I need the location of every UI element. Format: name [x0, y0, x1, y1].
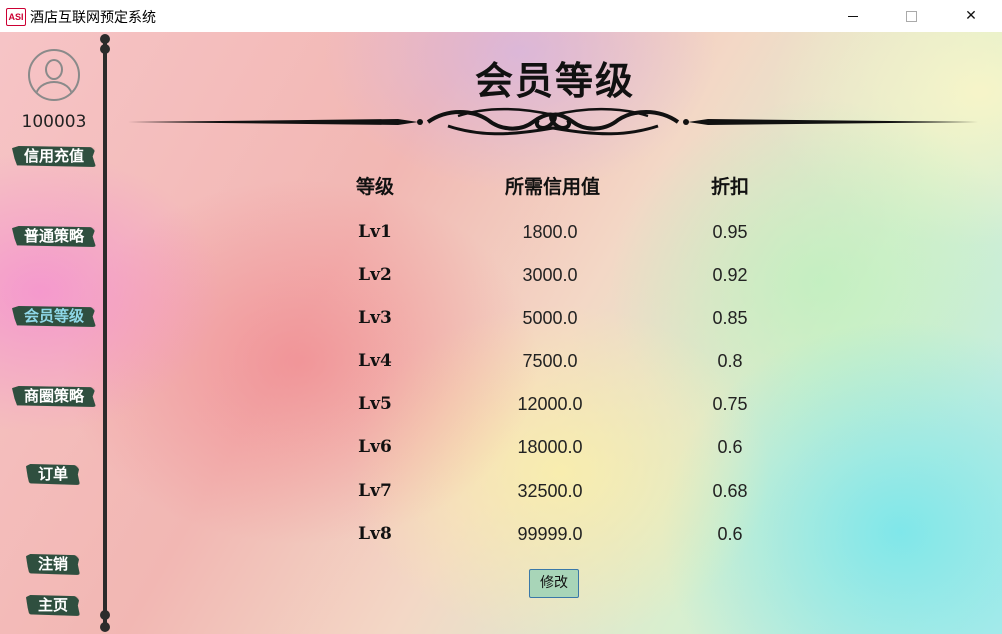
user-avatar-icon	[28, 49, 80, 101]
table-row: Lv1 1800.0 0.95	[300, 222, 800, 252]
discount-cell: 0.6	[717, 437, 743, 457]
avatar-head	[45, 59, 63, 80]
level-cell: Lv7	[358, 481, 392, 501]
sidebar-item-normal-strategy[interactable]: 普通策略	[12, 226, 96, 247]
header-required-credit: 所需信用值	[504, 176, 600, 198]
sidebar-item-business-strategy[interactable]: 商圈策略	[12, 386, 96, 407]
table-row: Lv2 3000.0 0.92	[300, 265, 800, 295]
table-row: Lv6 18000.0 0.6	[300, 437, 800, 467]
table-row: Lv3 5000.0 0.85	[300, 308, 800, 338]
level-cell: Lv1	[358, 222, 392, 242]
avatar-body	[35, 81, 73, 99]
minimize-icon	[848, 15, 858, 17]
main-content: 100003 信用充值 普通策略 会员等级 商圈策略 订单 注销 主页 会员等级…	[0, 32, 1002, 634]
level-cell: Lv5	[358, 394, 392, 414]
header-discount: 折扣	[710, 176, 749, 198]
credit-cell: 12000.0	[517, 394, 583, 414]
divider-top-dot	[100, 34, 110, 44]
level-cell: Lv6	[358, 437, 392, 457]
credit-cell: 18000.0	[517, 437, 583, 457]
sidebar-divider	[103, 40, 107, 626]
maximize-icon	[905, 10, 917, 22]
sidebar-item-home[interactable]: 主页	[26, 595, 80, 616]
app-icon: ASI	[6, 8, 26, 26]
credit-cell: 3000.0	[522, 265, 578, 285]
title-ornament	[128, 107, 978, 136]
page-title: 会员等级	[474, 58, 635, 103]
window-title: 酒店互联网预定系统	[30, 10, 156, 26]
table-row: Lv8 99999.0 0.6	[300, 524, 800, 554]
sidebar-item-member-level[interactable]: 会员等级	[12, 306, 96, 327]
user-id: 100003	[21, 112, 87, 132]
sidebar-item-orders[interactable]: 订单	[26, 464, 80, 485]
credit-cell: 99999.0	[517, 524, 583, 544]
discount-cell: 0.8	[717, 351, 743, 371]
credit-cell: 32500.0	[517, 481, 583, 501]
divider-bottom-dot-2	[100, 622, 110, 632]
level-cell: Lv4	[358, 351, 392, 371]
discount-cell: 0.92	[712, 265, 748, 285]
discount-cell: 0.95	[712, 222, 748, 242]
edit-button[interactable]: 修改	[529, 569, 579, 598]
header-level: 等级	[355, 176, 394, 198]
discount-cell: 0.75	[712, 394, 748, 414]
level-cell: Lv2	[358, 265, 392, 285]
sidebar-item-credit-recharge[interactable]: 信用充值	[12, 146, 96, 167]
divider-bottom-dot	[100, 610, 110, 620]
table-row: Lv4 7500.0 0.8	[300, 351, 800, 381]
table-row: Lv7 32500.0 0.68	[300, 481, 800, 511]
credit-cell: 1800.0	[522, 222, 578, 242]
close-button[interactable]: ✕	[948, 0, 994, 32]
level-cell: Lv8	[358, 524, 392, 544]
level-cell: Lv3	[358, 308, 392, 328]
divider-top-dot-2	[100, 44, 110, 54]
table-row: Lv5 12000.0 0.75	[300, 394, 800, 424]
window-title-bar: ASI 酒店互联网预定系统 ✕	[0, 0, 1002, 33]
maximize-button[interactable]	[888, 0, 934, 32]
discount-cell: 0.68	[712, 481, 748, 501]
discount-cell: 0.85	[712, 308, 748, 328]
credit-cell: 5000.0	[522, 308, 578, 328]
discount-cell: 0.6	[717, 524, 743, 544]
minimize-button[interactable]	[830, 0, 876, 32]
sidebar-item-logout[interactable]: 注销	[26, 554, 80, 575]
credit-cell: 7500.0	[522, 351, 578, 371]
close-icon: ✕	[965, 8, 977, 24]
